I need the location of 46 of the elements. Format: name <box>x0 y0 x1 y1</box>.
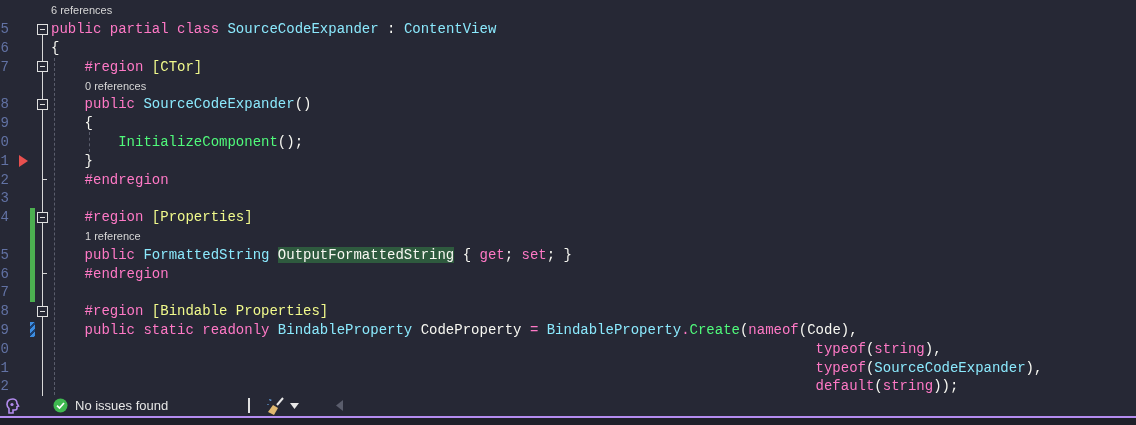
code-line: #region [Bindable Properties] <box>83 302 329 321</box>
line-number: 6 <box>0 265 9 282</box>
code-line: InitializeComponent(); <box>117 132 304 151</box>
code-line: typeof(string), <box>814 339 942 358</box>
line-number: 2 <box>0 378 9 395</box>
collapse-icon[interactable] <box>37 23 48 35</box>
line-number: 9 <box>0 321 9 338</box>
collapse-icon[interactable] <box>37 305 48 317</box>
line-number: 6 <box>0 40 9 56</box>
line-number: 7 <box>0 284 9 301</box>
collapse-icon[interactable] <box>37 211 48 223</box>
code-line: public FormattedString OutputFormattedString { get; set; } <box>83 245 572 264</box>
line-number: 4 <box>0 209 9 226</box>
line-number: 1 <box>0 359 9 376</box>
line-number: 0 <box>0 340 9 357</box>
line-number: 7 <box>0 58 9 75</box>
code-line: #endregion <box>83 170 169 189</box>
line-number: 8 <box>0 96 9 113</box>
check-circle-icon <box>53 398 68 413</box>
line-number: 8 <box>0 303 9 320</box>
line-number: 5 <box>0 246 9 263</box>
caret-icon[interactable] <box>290 402 300 409</box>
line-number: 5 <box>0 21 9 38</box>
reference-count[interactable]: 6 references <box>51 4 113 17</box>
brain-icon[interactable] <box>4 396 22 415</box>
code-line: default(string)); <box>814 377 959 396</box>
code-line: public partial class SourceCodeExpander : ContentView <box>51 20 497 39</box>
code-line: typeof(SourceCodeExpander), <box>814 358 1043 377</box>
reference-count[interactable]: 0 references <box>85 79 147 92</box>
code-line: public SourceCodeExpander() <box>83 95 312 114</box>
line-number: 0 <box>0 133 9 150</box>
line-number: 3 <box>0 190 9 207</box>
code-line: { <box>83 114 93 133</box>
status-text[interactable]: No issues found <box>75 398 169 413</box>
line-number: 2 <box>0 171 9 188</box>
line-number: 1 <box>0 152 9 169</box>
code-line: { <box>51 39 60 57</box>
reference-count[interactable]: 1 reference <box>85 229 141 242</box>
collapse-icon[interactable] <box>37 99 48 110</box>
line-number: 9 <box>0 115 9 132</box>
code-line: } <box>83 151 93 170</box>
collapse-icon[interactable] <box>37 61 48 73</box>
code-line: #region [CTor] <box>83 57 203 76</box>
code-line: public static readonly BindableProperty CodeProperty = BindableProperty.Create(nameof(Code), <box>83 320 858 339</box>
code-line: #endregion <box>83 264 169 283</box>
code-line: #region [Properties] <box>83 208 253 227</box>
